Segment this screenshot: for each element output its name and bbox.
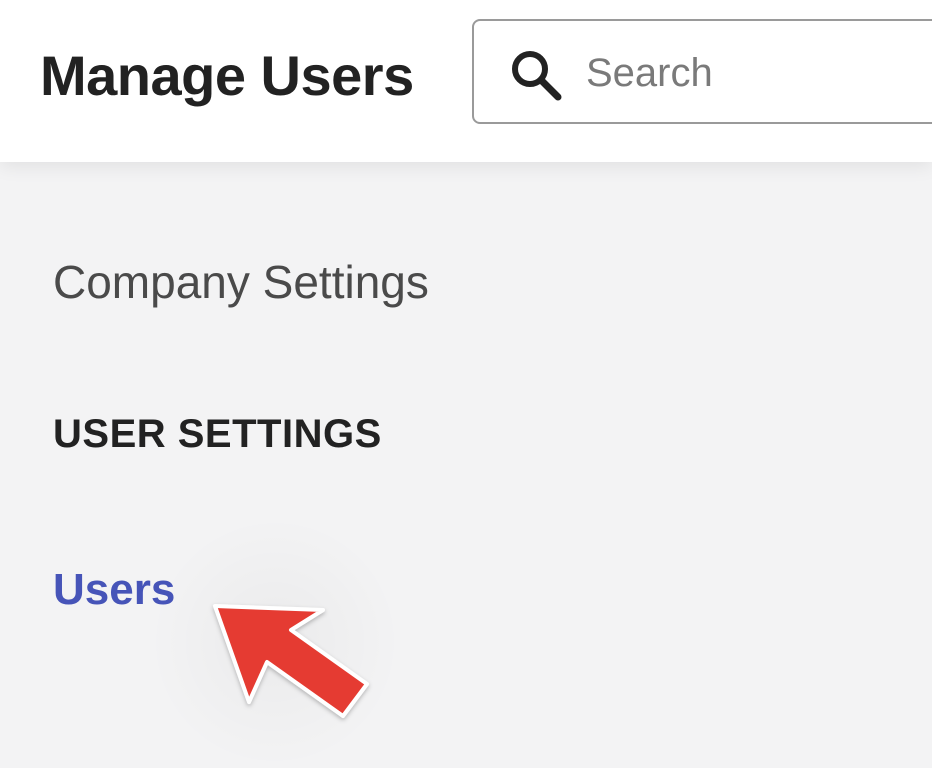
- red-arrow-icon: [213, 604, 369, 718]
- search-icon: [512, 51, 562, 101]
- sidebar: Company Settings USER SETTINGS Users: [0, 162, 932, 768]
- page-title: Manage Users: [40, 44, 414, 107]
- sidebar-item-users[interactable]: Users: [53, 562, 175, 618]
- section-heading-user-settings: USER SETTINGS: [53, 412, 382, 456]
- sidebar-item-company-settings[interactable]: Company Settings: [53, 254, 429, 310]
- top-header: Manage Users: [0, 0, 932, 162]
- search-input[interactable]: [586, 41, 906, 105]
- search-box[interactable]: [472, 19, 932, 124]
